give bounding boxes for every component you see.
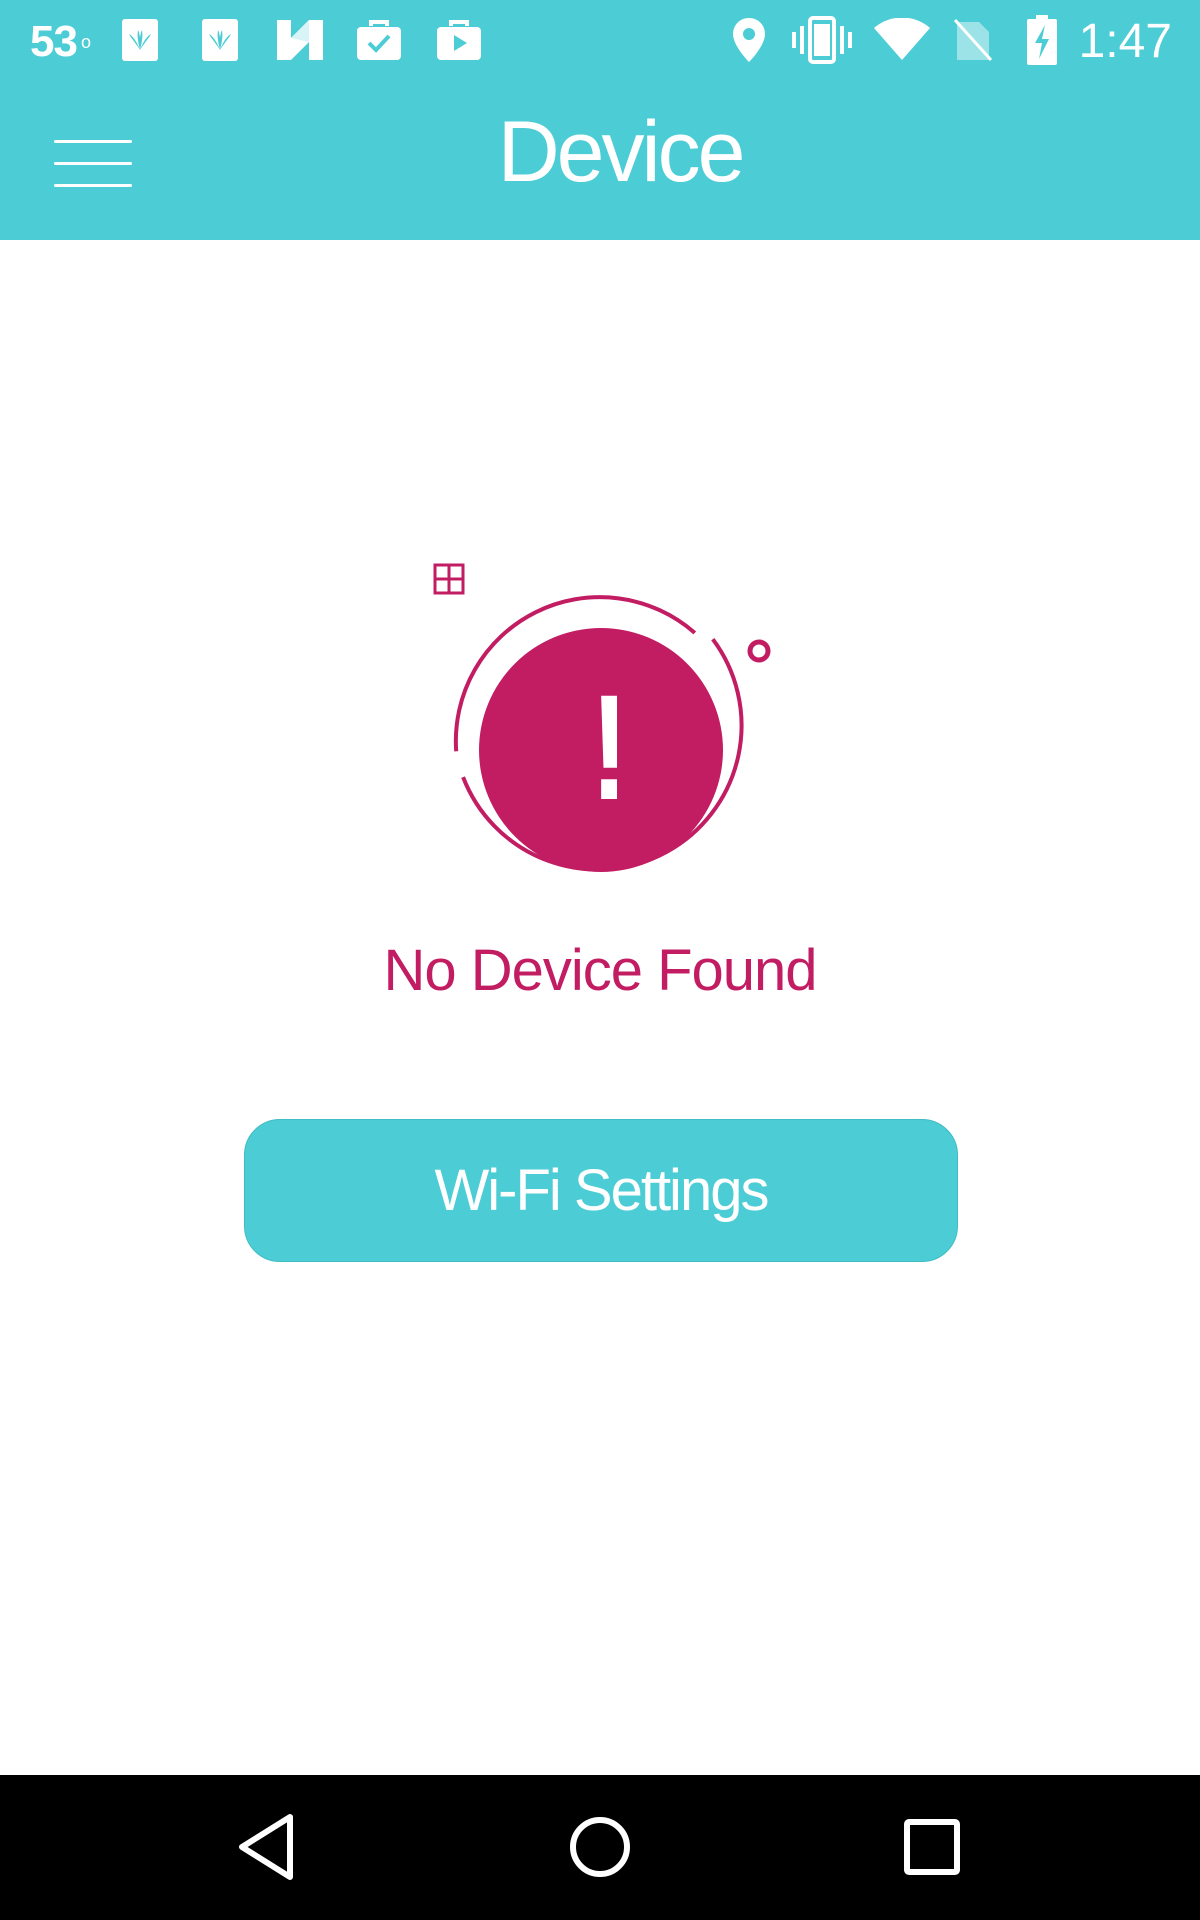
exclamation-mark: ! [587,682,617,812]
recent-apps-icon[interactable] [892,1807,972,1887]
huawei-logo-icon [200,12,240,68]
location-pin-icon [728,12,770,68]
status-bar-clock: 1:47 [1078,15,1172,68]
vibrate-icon [790,12,854,68]
page-title: Device [497,104,746,200]
n-logo-icon [274,12,326,68]
battery-charging-icon [1026,12,1058,68]
no-sim-icon [952,12,994,68]
navigation-bar [0,1775,1200,1920]
status-bar: 53 o 1:47 [0,0,1200,80]
ring-decoration-icon [747,639,771,663]
wifi-settings-button-label: Wi-Fi Settings [434,1157,770,1223]
home-icon[interactable] [560,1807,640,1887]
temperature-value: 53 [30,17,78,66]
back-icon[interactable] [228,1807,308,1887]
huawei-logo-icon [120,12,160,68]
wifi-settings-button[interactable]: Wi-Fi Settings [244,1119,958,1262]
no-device-message: No Device Found [383,938,817,1003]
wifi-icon [874,12,930,68]
briefcase-play-icon [434,12,484,68]
degree-symbol: o [80,32,91,52]
briefcase-check-icon [354,12,404,68]
app-bar: Device [0,80,1200,240]
grid-decoration-icon [433,563,465,595]
temperature-indicator: 53 o [30,14,91,70]
